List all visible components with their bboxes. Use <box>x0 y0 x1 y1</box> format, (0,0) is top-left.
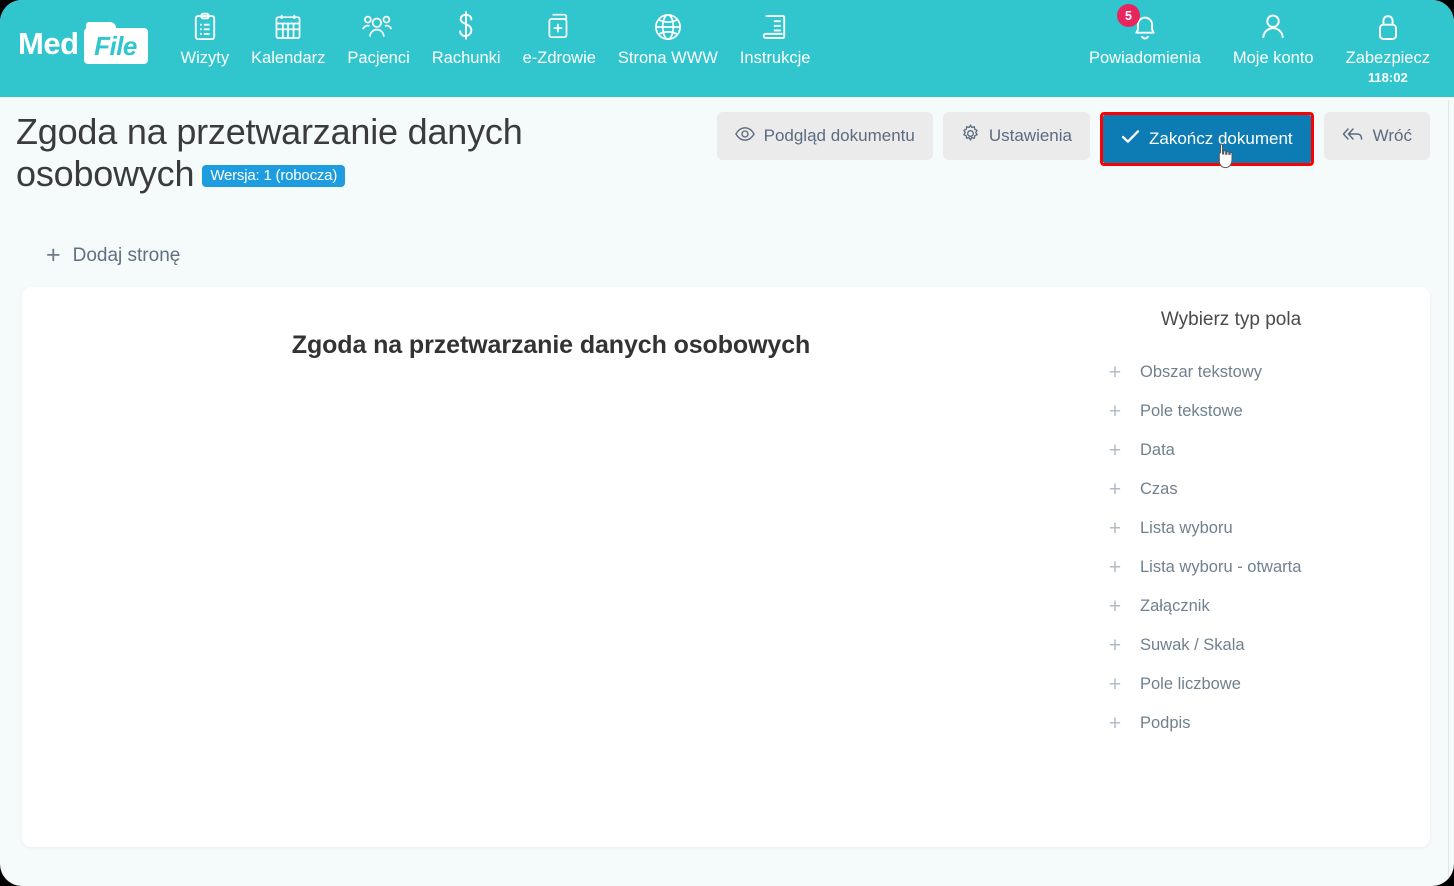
plus-icon: + <box>1108 596 1122 617</box>
plus-icon: + <box>1108 362 1122 383</box>
globe-icon <box>653 10 683 44</box>
nav-item-zabezpiecz[interactable]: Zabezpiecz 118:02 <box>1330 10 1446 85</box>
field-panel-title: Wybierz typ pola <box>1080 309 1430 331</box>
field-type-label: Lista wyboru - otwarta <box>1140 558 1301 577</box>
app-logo[interactable]: Med File <box>18 14 148 72</box>
back-label: Wróć <box>1373 126 1412 146</box>
field-type-podpis[interactable]: + Podpis <box>1080 704 1430 743</box>
bell-icon: 5 <box>1130 10 1160 44</box>
settings-label: Ustawienia <box>989 126 1072 146</box>
nav-label-zabezpiecz: Zabezpiecz <box>1346 49 1430 68</box>
logo-text-med: Med <box>18 28 79 59</box>
preview-document-label: Podgląd dokumentu <box>764 126 915 146</box>
finish-document-label: Zakończ dokument <box>1149 129 1293 149</box>
field-type-label: Pole tekstowe <box>1140 402 1243 421</box>
field-type-pole-liczbowe[interactable]: + Pole liczbowe <box>1080 665 1430 704</box>
document-editor-card: Zgoda na przetwarzanie danych osobowych … <box>22 287 1430 847</box>
calendar-icon <box>273 10 303 44</box>
field-type-suwak-skala[interactable]: + Suwak / Skala <box>1080 626 1430 665</box>
nav-label-pacjenci: Pacjenci <box>347 49 409 68</box>
field-type-panel: Wybierz typ pola + Obszar tekstowy + Pol… <box>1080 287 1430 847</box>
field-type-label: Załącznik <box>1140 597 1210 616</box>
plus-icon: + <box>1108 518 1122 539</box>
nav-label-e-zdrowie: e-Zdrowie <box>523 49 596 68</box>
field-type-label: Podpis <box>1140 714 1190 733</box>
add-page-label: Dodaj stronę <box>73 245 181 267</box>
field-type-list: + Obszar tekstowy + Pole tekstowe + Data… <box>1080 353 1430 743</box>
nav-label-wizyty: Wizyty <box>181 49 230 68</box>
field-type-pole-tekstowe[interactable]: + Pole tekstowe <box>1080 392 1430 431</box>
document-action-buttons: Podgląd dokumentu Ustawienia <box>717 112 1430 166</box>
finish-document-highlight: Zakończ dokument <box>1100 112 1314 166</box>
dollar-icon <box>454 10 478 44</box>
field-type-label: Suwak / Skala <box>1140 636 1245 655</box>
medical-document-icon <box>545 10 573 44</box>
nav-item-pacjenci[interactable]: Pacjenci <box>336 10 420 68</box>
nav-items: Wizyty Kalendarz <box>170 0 822 68</box>
nav-right-group: 5 Powiadomienia Moje konto <box>1073 10 1446 85</box>
field-type-lista-wyboru-otwarta[interactable]: + Lista wyboru - otwarta <box>1080 548 1430 587</box>
field-type-label: Data <box>1140 441 1175 460</box>
nav-item-powiadomienia[interactable]: 5 Powiadomienia <box>1073 10 1217 68</box>
nav-item-wizyty[interactable]: Wizyty <box>170 10 241 68</box>
nav-label-powiadomienia: Powiadomienia <box>1089 49 1201 68</box>
field-type-czas[interactable]: + Czas <box>1080 470 1430 509</box>
page-header: Zgoda na przetwarzanie danych osobowychW… <box>0 97 1454 221</box>
notification-count-badge: 5 <box>1117 4 1140 27</box>
plus-icon: + <box>1108 401 1122 422</box>
add-page-button[interactable]: + Dodaj stronę <box>46 243 180 268</box>
version-badge: Wersja: 1 (robocza) <box>202 165 345 187</box>
plus-icon: + <box>46 243 61 268</box>
nav-label-instrukcje: Instrukcje <box>740 49 811 68</box>
people-icon <box>362 10 396 44</box>
field-type-label: Pole liczbowe <box>1140 675 1241 694</box>
clipboard-icon <box>191 10 219 44</box>
field-type-zalacznik[interactable]: + Załącznik <box>1080 587 1430 626</box>
nav-label-strona-www: Strona WWW <box>618 49 718 68</box>
back-button[interactable]: Wróć <box>1324 112 1430 160</box>
nav-item-moje-konto[interactable]: Moje konto <box>1217 10 1330 68</box>
plus-icon: + <box>1108 674 1122 695</box>
nav-label-kalendarz: Kalendarz <box>251 49 325 68</box>
plus-icon: + <box>1108 440 1122 461</box>
page-scrollbar[interactable] <box>1448 100 1449 886</box>
session-timer: 118:02 <box>1368 70 1408 85</box>
logo-folder-icon: File <box>84 22 148 64</box>
field-type-label: Obszar tekstowy <box>1140 363 1262 382</box>
undo-arrow-icon <box>1342 126 1364 147</box>
lock-icon <box>1374 10 1402 44</box>
nav-label-moje-konto: Moje konto <box>1233 49 1314 68</box>
plus-icon: + <box>1108 479 1122 500</box>
user-icon <box>1258 10 1288 44</box>
nav-item-strona-www[interactable]: Strona WWW <box>607 10 729 68</box>
field-type-label: Czas <box>1140 480 1178 499</box>
gear-icon <box>961 124 980 148</box>
document-heading: Zgoda na przetwarzanie danych osobowych <box>42 331 1060 360</box>
plus-icon: + <box>1108 635 1122 656</box>
nav-label-rachunki: Rachunki <box>432 49 501 68</box>
main-navigation-bar: Med File <box>0 0 1454 97</box>
nav-item-kalendarz[interactable]: Kalendarz <box>240 10 336 68</box>
finish-document-button[interactable]: Zakończ dokument <box>1103 115 1311 163</box>
eye-icon <box>735 126 755 147</box>
field-type-lista-wyboru[interactable]: + Lista wyboru <box>1080 509 1430 548</box>
application-window: Med File <box>0 0 1454 886</box>
field-type-obszar-tekstowy[interactable]: + Obszar tekstowy <box>1080 353 1430 392</box>
field-type-label: Lista wyboru <box>1140 519 1233 538</box>
plus-icon: + <box>1108 557 1122 578</box>
page-title: Zgoda na przetwarzanie danych osobowychW… <box>16 111 636 195</box>
field-type-data[interactable]: + Data <box>1080 431 1430 470</box>
preview-document-button[interactable]: Podgląd dokumentu <box>717 112 933 160</box>
logo-text-file: File <box>84 28 148 64</box>
book-icon <box>761 10 789 44</box>
nav-item-rachunki[interactable]: Rachunki <box>421 10 512 68</box>
check-icon <box>1121 129 1140 149</box>
nav-item-e-zdrowie[interactable]: e-Zdrowie <box>512 10 607 68</box>
nav-item-instrukcje[interactable]: Instrukcje <box>729 10 822 68</box>
document-canvas[interactable]: Zgoda na przetwarzanie danych osobowych <box>22 287 1080 847</box>
plus-icon: + <box>1108 713 1122 734</box>
settings-button[interactable]: Ustawienia <box>943 112 1090 160</box>
